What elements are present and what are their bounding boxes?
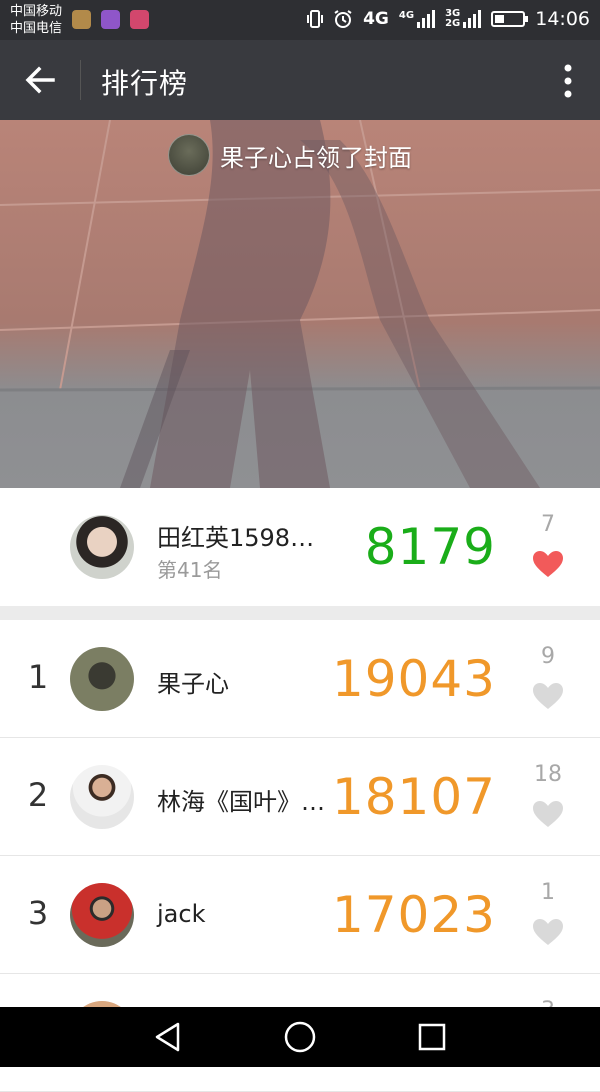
leaderboard-row[interactable]: 2 林海《国叶》… 18107 18 (0, 738, 600, 856)
square-recents-icon[interactable] (418, 1023, 446, 1051)
carrier-info: 中国移动 中国电信 (10, 3, 62, 37)
signal-bars-icon (463, 10, 482, 28)
my-rank-row[interactable]: 田红英1598… 第41名 8179 7 (0, 488, 600, 606)
leaderboard-row[interactable]: 3 jack 17023 1 (0, 856, 600, 974)
heart-icon[interactable] (532, 550, 564, 578)
user-name: jack (157, 900, 206, 928)
step-count: 17023 (331, 886, 496, 944)
network-type-4: 2G (445, 18, 461, 29)
signal-1: 4G (398, 10, 436, 28)
leaderboard-row[interactable]: 1 果子心 19043 9 (0, 620, 600, 738)
like-count: 1 (541, 880, 555, 905)
heart-icon[interactable] (532, 682, 564, 710)
like-count: 18 (534, 762, 562, 787)
step-count: 18107 (331, 768, 496, 826)
battery-icon (491, 11, 529, 27)
circle-home-icon[interactable] (284, 1021, 316, 1053)
like-count: 9 (541, 644, 555, 669)
user-name: 果子心 (157, 670, 229, 698)
app-bar-divider (80, 60, 81, 100)
network-type-2: 4G (398, 10, 415, 21)
rank-number: 1 (27, 658, 49, 696)
avatar[interactable] (70, 883, 134, 947)
app-bar: 排行榜 (0, 40, 600, 120)
cover-image[interactable]: 果子心占领了封面 (0, 120, 600, 488)
system-nav-bar (0, 1007, 600, 1067)
gallery-app-icon (101, 10, 120, 29)
carrier-1: 中国移动 (10, 4, 63, 19)
my-like-count: 7 (541, 512, 555, 537)
avatar (168, 134, 210, 176)
alarm-icon (334, 10, 352, 28)
avatar[interactable] (70, 765, 134, 829)
section-divider (0, 606, 600, 620)
shop-app-icon (130, 10, 149, 29)
user-name: 林海《国叶》… (157, 788, 325, 816)
page-title: 排行榜 (101, 67, 189, 100)
arrow-left-icon[interactable] (22, 62, 58, 98)
heart-icon[interactable] (532, 918, 564, 946)
carrier-2: 中国电信 (10, 21, 63, 36)
network-type-1: 4G (363, 9, 389, 29)
step-count: 19043 (331, 650, 496, 708)
signal-bars-icon (417, 10, 436, 28)
avatar[interactable] (70, 647, 134, 711)
cover-caption: 果子心占领了封面 (168, 134, 412, 176)
health-app-icon (72, 10, 91, 29)
rank-number: 3 (27, 894, 49, 932)
rank-number: 2 (27, 776, 49, 814)
status-right: 4G 4G 3G 2G 14:06 (307, 8, 590, 30)
my-steps: 8179 (364, 518, 496, 576)
signal-2: 3G 2G (445, 9, 482, 29)
status-bar: 中国移动 中国电信 4G 4G 3G 2G 14:06 (0, 0, 600, 40)
triangle-back-icon[interactable] (152, 1021, 184, 1053)
my-name: 田红英1598… (157, 524, 315, 552)
avatar[interactable] (70, 515, 134, 579)
clock: 14:06 (535, 8, 590, 30)
cover-caption-text: 果子心占领了封面 (220, 143, 412, 172)
more-vertical-icon[interactable] (564, 64, 572, 98)
heart-icon[interactable] (532, 800, 564, 828)
vibrate-icon (307, 10, 324, 28)
my-rank: 第41名 (157, 558, 223, 582)
notification-icons (72, 10, 149, 29)
